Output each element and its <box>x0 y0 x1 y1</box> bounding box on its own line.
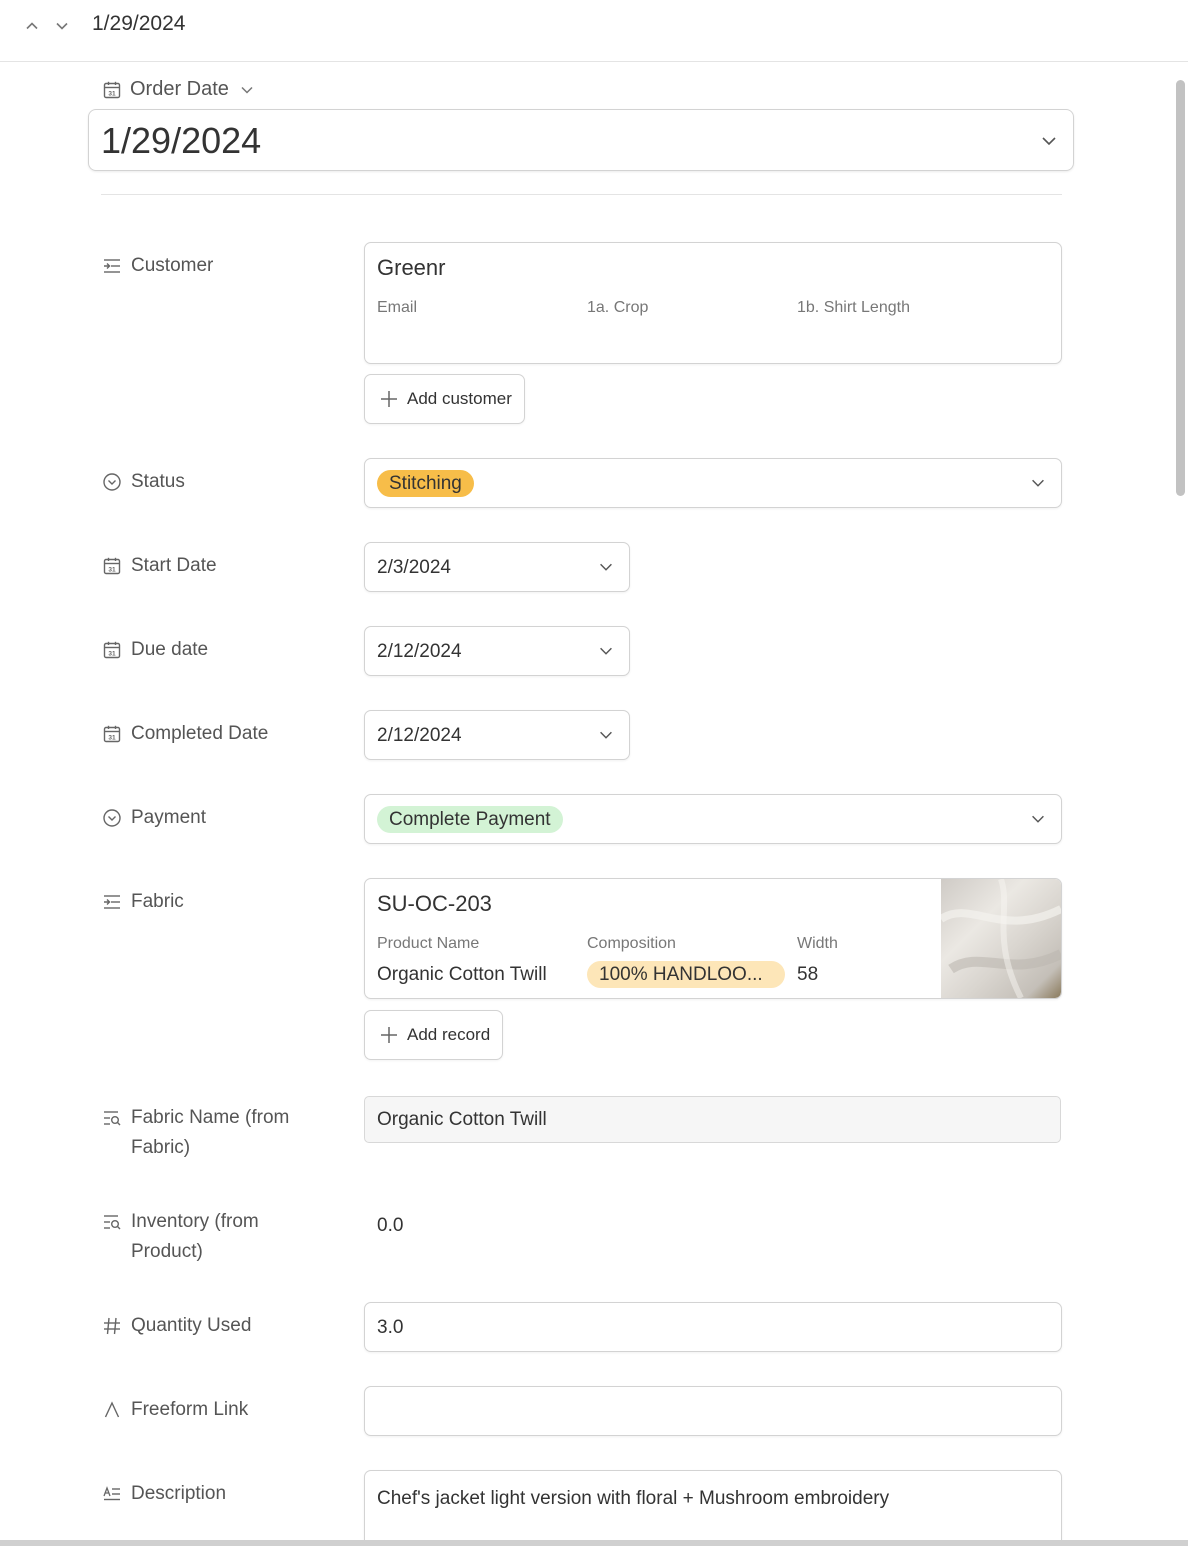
record-header: 1/29/2024 <box>0 0 1188 62</box>
order-date-input[interactable]: 1/29/2024 <box>88 109 1074 171</box>
record-title: 1/29/2024 <box>92 12 186 35</box>
description-label: Description <box>102 1479 331 1509</box>
single-select-icon <box>103 809 121 827</box>
single-select-icon <box>103 473 121 491</box>
svg-text:31: 31 <box>108 735 116 742</box>
fabric-column-width: Width <box>797 935 838 952</box>
customer-column-email: Email <box>377 299 418 316</box>
description-value: Chef's jacket light version with floral … <box>377 1488 890 1509</box>
customer-record-title: Greenr <box>377 255 446 280</box>
description-textarea[interactable]: Chef's jacket light version with floral … <box>364 1470 1062 1546</box>
link-record-icon <box>104 259 120 273</box>
customer-column-crop: 1a. Crop <box>587 299 649 316</box>
window-bottom-edge <box>0 1540 1188 1546</box>
inventory-label: Inventory (from Product) <box>102 1207 331 1267</box>
primary-field-label[interactable]: 31 Order Date <box>102 78 255 101</box>
fabric-column-composition: Composition <box>587 935 676 952</box>
calendar-icon: 31 <box>103 81 121 98</box>
start-date-input[interactable]: 2/3/2024 <box>364 542 630 592</box>
svg-text:31: 31 <box>108 90 116 97</box>
divider <box>101 194 1062 195</box>
start-date-label: 31 Start Date <box>102 551 331 581</box>
chevron-down-icon[interactable] <box>1029 474 1047 492</box>
completed-date-label: 31 Completed Date <box>102 719 331 749</box>
chevron-down-icon[interactable] <box>597 726 615 744</box>
calendar-icon: 31 <box>103 557 121 575</box>
quantity-used-input[interactable]: 3.0 <box>364 1302 1062 1352</box>
status-select[interactable]: Stitching <box>364 458 1062 508</box>
fabric-record-card[interactable]: SU-OC-203 Product Name Composition Width… <box>364 878 1062 999</box>
chevron-down-icon[interactable] <box>597 558 615 576</box>
status-label: Status <box>102 467 331 497</box>
calendar-icon: 31 <box>103 641 121 659</box>
number-icon <box>104 1317 120 1335</box>
chevron-down-icon[interactable] <box>1039 131 1059 151</box>
customer-column-shirt-length: 1b. Shirt Length <box>797 299 910 316</box>
start-date-value: 2/3/2024 <box>377 557 451 578</box>
inventory-value: 0.0 <box>377 1215 404 1236</box>
completed-date-value: 2/12/2024 <box>377 725 462 746</box>
link-record-icon <box>104 895 120 909</box>
add-record-button[interactable]: Add record <box>364 1010 504 1060</box>
plus-icon <box>381 391 397 407</box>
fabric-column-product-name: Product Name <box>377 935 480 952</box>
lookup-icon <box>104 1111 121 1126</box>
chevron-down-icon[interactable] <box>1029 810 1047 828</box>
due-date-value: 2/12/2024 <box>377 641 462 662</box>
svg-text:31: 31 <box>108 567 116 574</box>
payment-label: Payment <box>102 803 331 833</box>
long-text-icon <box>103 1486 120 1501</box>
customer-label: Customer <box>102 251 331 281</box>
fabric-width-value: 58 <box>797 964 819 985</box>
plus-icon <box>381 1027 397 1043</box>
customer-record-card[interactable]: Greenr Email 1a. Crop 1b. Shirt Length <box>364 242 1062 364</box>
chevron-down-icon[interactable] <box>51 14 73 38</box>
fabric-record-title: SU-OC-203 <box>377 891 492 916</box>
fabric-thumbnail[interactable] <box>941 879 1061 998</box>
payment-badge: Complete Payment <box>377 806 563 833</box>
chevron-down-icon[interactable] <box>239 82 255 98</box>
freeform-link-label: Freeform Link <box>102 1395 331 1425</box>
lookup-icon <box>104 1215 121 1230</box>
quantity-used-label: Quantity Used <box>102 1311 331 1341</box>
chevron-up-icon[interactable] <box>21 14 43 38</box>
payment-select[interactable]: Complete Payment <box>364 794 1062 844</box>
fabric-name-value: Organic Cotton Twill <box>377 1109 547 1130</box>
quantity-used-value: 3.0 <box>377 1317 404 1338</box>
fabric-name-label: Fabric Name (from Fabric) <box>102 1103 331 1163</box>
freeform-link-input[interactable] <box>364 1386 1062 1436</box>
completed-date-input[interactable]: 2/12/2024 <box>364 710 630 760</box>
text-icon <box>104 1401 120 1418</box>
fabric-label: Fabric <box>102 887 331 917</box>
fabric-product-name-value: Organic Cotton Twill <box>377 964 547 985</box>
add-customer-button[interactable]: Add customer <box>364 374 525 424</box>
status-badge: Stitching <box>377 470 474 497</box>
due-date-label: 31 Due date <box>102 635 331 665</box>
due-date-input[interactable]: 2/12/2024 <box>364 626 630 676</box>
calendar-icon: 31 <box>103 725 121 743</box>
vertical-scrollbar[interactable] <box>1176 80 1185 496</box>
primary-field-name: Order Date <box>130 78 229 100</box>
chevron-down-icon[interactable] <box>597 642 615 660</box>
fabric-name-lookup: Organic Cotton Twill <box>364 1096 1061 1143</box>
svg-text:31: 31 <box>108 651 116 658</box>
fabric-composition-badge: 100% HANDLOO... <box>587 961 785 988</box>
order-date-value: 1/29/2024 <box>101 120 262 161</box>
